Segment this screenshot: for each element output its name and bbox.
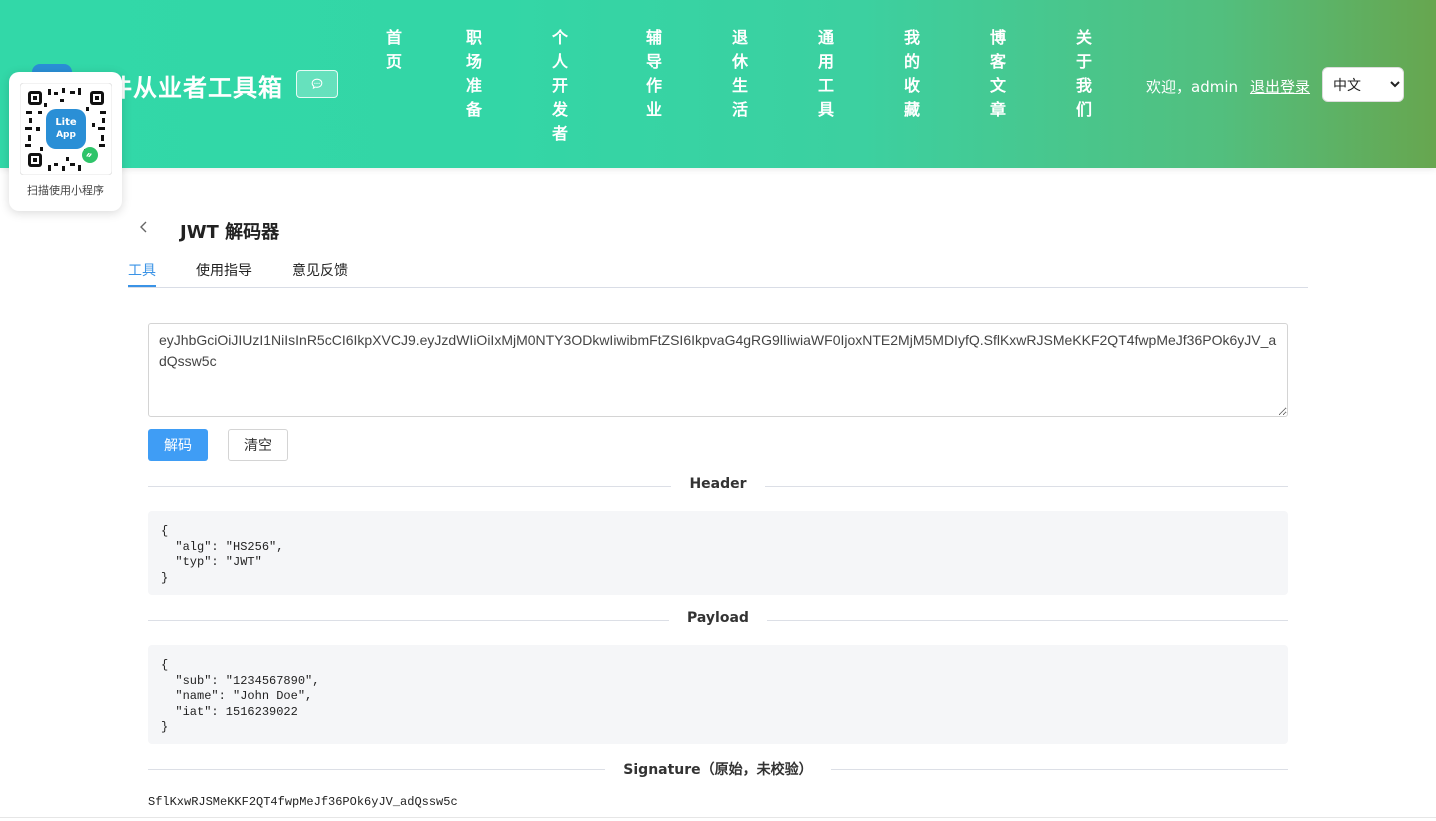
qr-logo-text-bottom: App: [56, 130, 76, 140]
nav-item-favorites[interactable]: 我的收藏: [902, 26, 922, 122]
tab-bar: 工具 使用指导 意见反馈: [128, 256, 1308, 288]
jwt-token-input[interactable]: eyJhbGciOiJIUzI1NiIsInR5cCI6IkpXVCJ9.eyJ…: [148, 323, 1288, 417]
signature-section-divider: Signature（原始，未校验）: [148, 759, 1288, 779]
bottom-divider: [0, 817, 1436, 818]
site-title[interactable]: 件从业者工具箱: [108, 68, 283, 103]
welcome-text: 欢迎，admin: [1146, 78, 1238, 96]
decode-button[interactable]: 解码: [148, 429, 208, 461]
nav-item-retirement[interactable]: 退休生活: [730, 26, 750, 122]
tab-tool[interactable]: 工具: [128, 260, 156, 280]
active-tab-indicator: [128, 285, 156, 287]
logout-link[interactable]: 退出登录: [1250, 76, 1310, 97]
chat-bubble-icon: [311, 78, 323, 90]
payload-section-title: Payload: [669, 610, 767, 626]
chat-button[interactable]: [296, 70, 338, 98]
nav-item-indie-dev[interactable]: 个人开发者: [550, 26, 570, 146]
language-select[interactable]: 中文: [1322, 67, 1404, 102]
signature-section-title: Signature（原始，未校验）: [605, 762, 831, 778]
back-chevron-icon[interactable]: [136, 218, 152, 236]
nav-item-about[interactable]: 关于我们: [1074, 26, 1094, 122]
header-section-title: Header: [671, 476, 765, 492]
qr-caption: 扫描使用小程序: [27, 184, 104, 197]
nav-item-blog[interactable]: 博客文章: [988, 26, 1008, 122]
mini-program-qr-card: Lite App 扫描使用小程序: [9, 72, 122, 211]
payload-json-block: { "sub": "1234567890", "name": "John Doe…: [148, 645, 1288, 744]
nav-item-general-tools[interactable]: 通用工具: [816, 26, 836, 122]
header-section-divider: Header: [148, 476, 1288, 496]
tab-feedback[interactable]: 意见反馈: [292, 260, 348, 280]
nav-item-career-prep[interactable]: 职场准备: [464, 26, 484, 122]
signature-value: SflKxwRJSMeKKF2QT4fwpMeJf36POk6yJV_adQss…: [148, 795, 458, 809]
nav-item-home[interactable]: 首页: [384, 26, 404, 74]
nav-item-homework[interactable]: 辅导作业: [644, 26, 664, 122]
page-title: JWT 解码器: [180, 222, 280, 243]
payload-section-divider: Payload: [148, 610, 1288, 630]
header-json-block: { "alg": "HS256", "typ": "JWT" }: [148, 511, 1288, 595]
tab-guide[interactable]: 使用指导: [196, 260, 252, 280]
qr-logo-text-top: Lite: [55, 117, 77, 128]
top-header: 件从业者工具箱 首页 职场准备 个人开发者 辅导作业 退休生活 通用工具 我的收…: [0, 0, 1436, 168]
qr-code-icon: Lite App: [20, 83, 112, 175]
clear-button[interactable]: 清空: [228, 429, 288, 461]
